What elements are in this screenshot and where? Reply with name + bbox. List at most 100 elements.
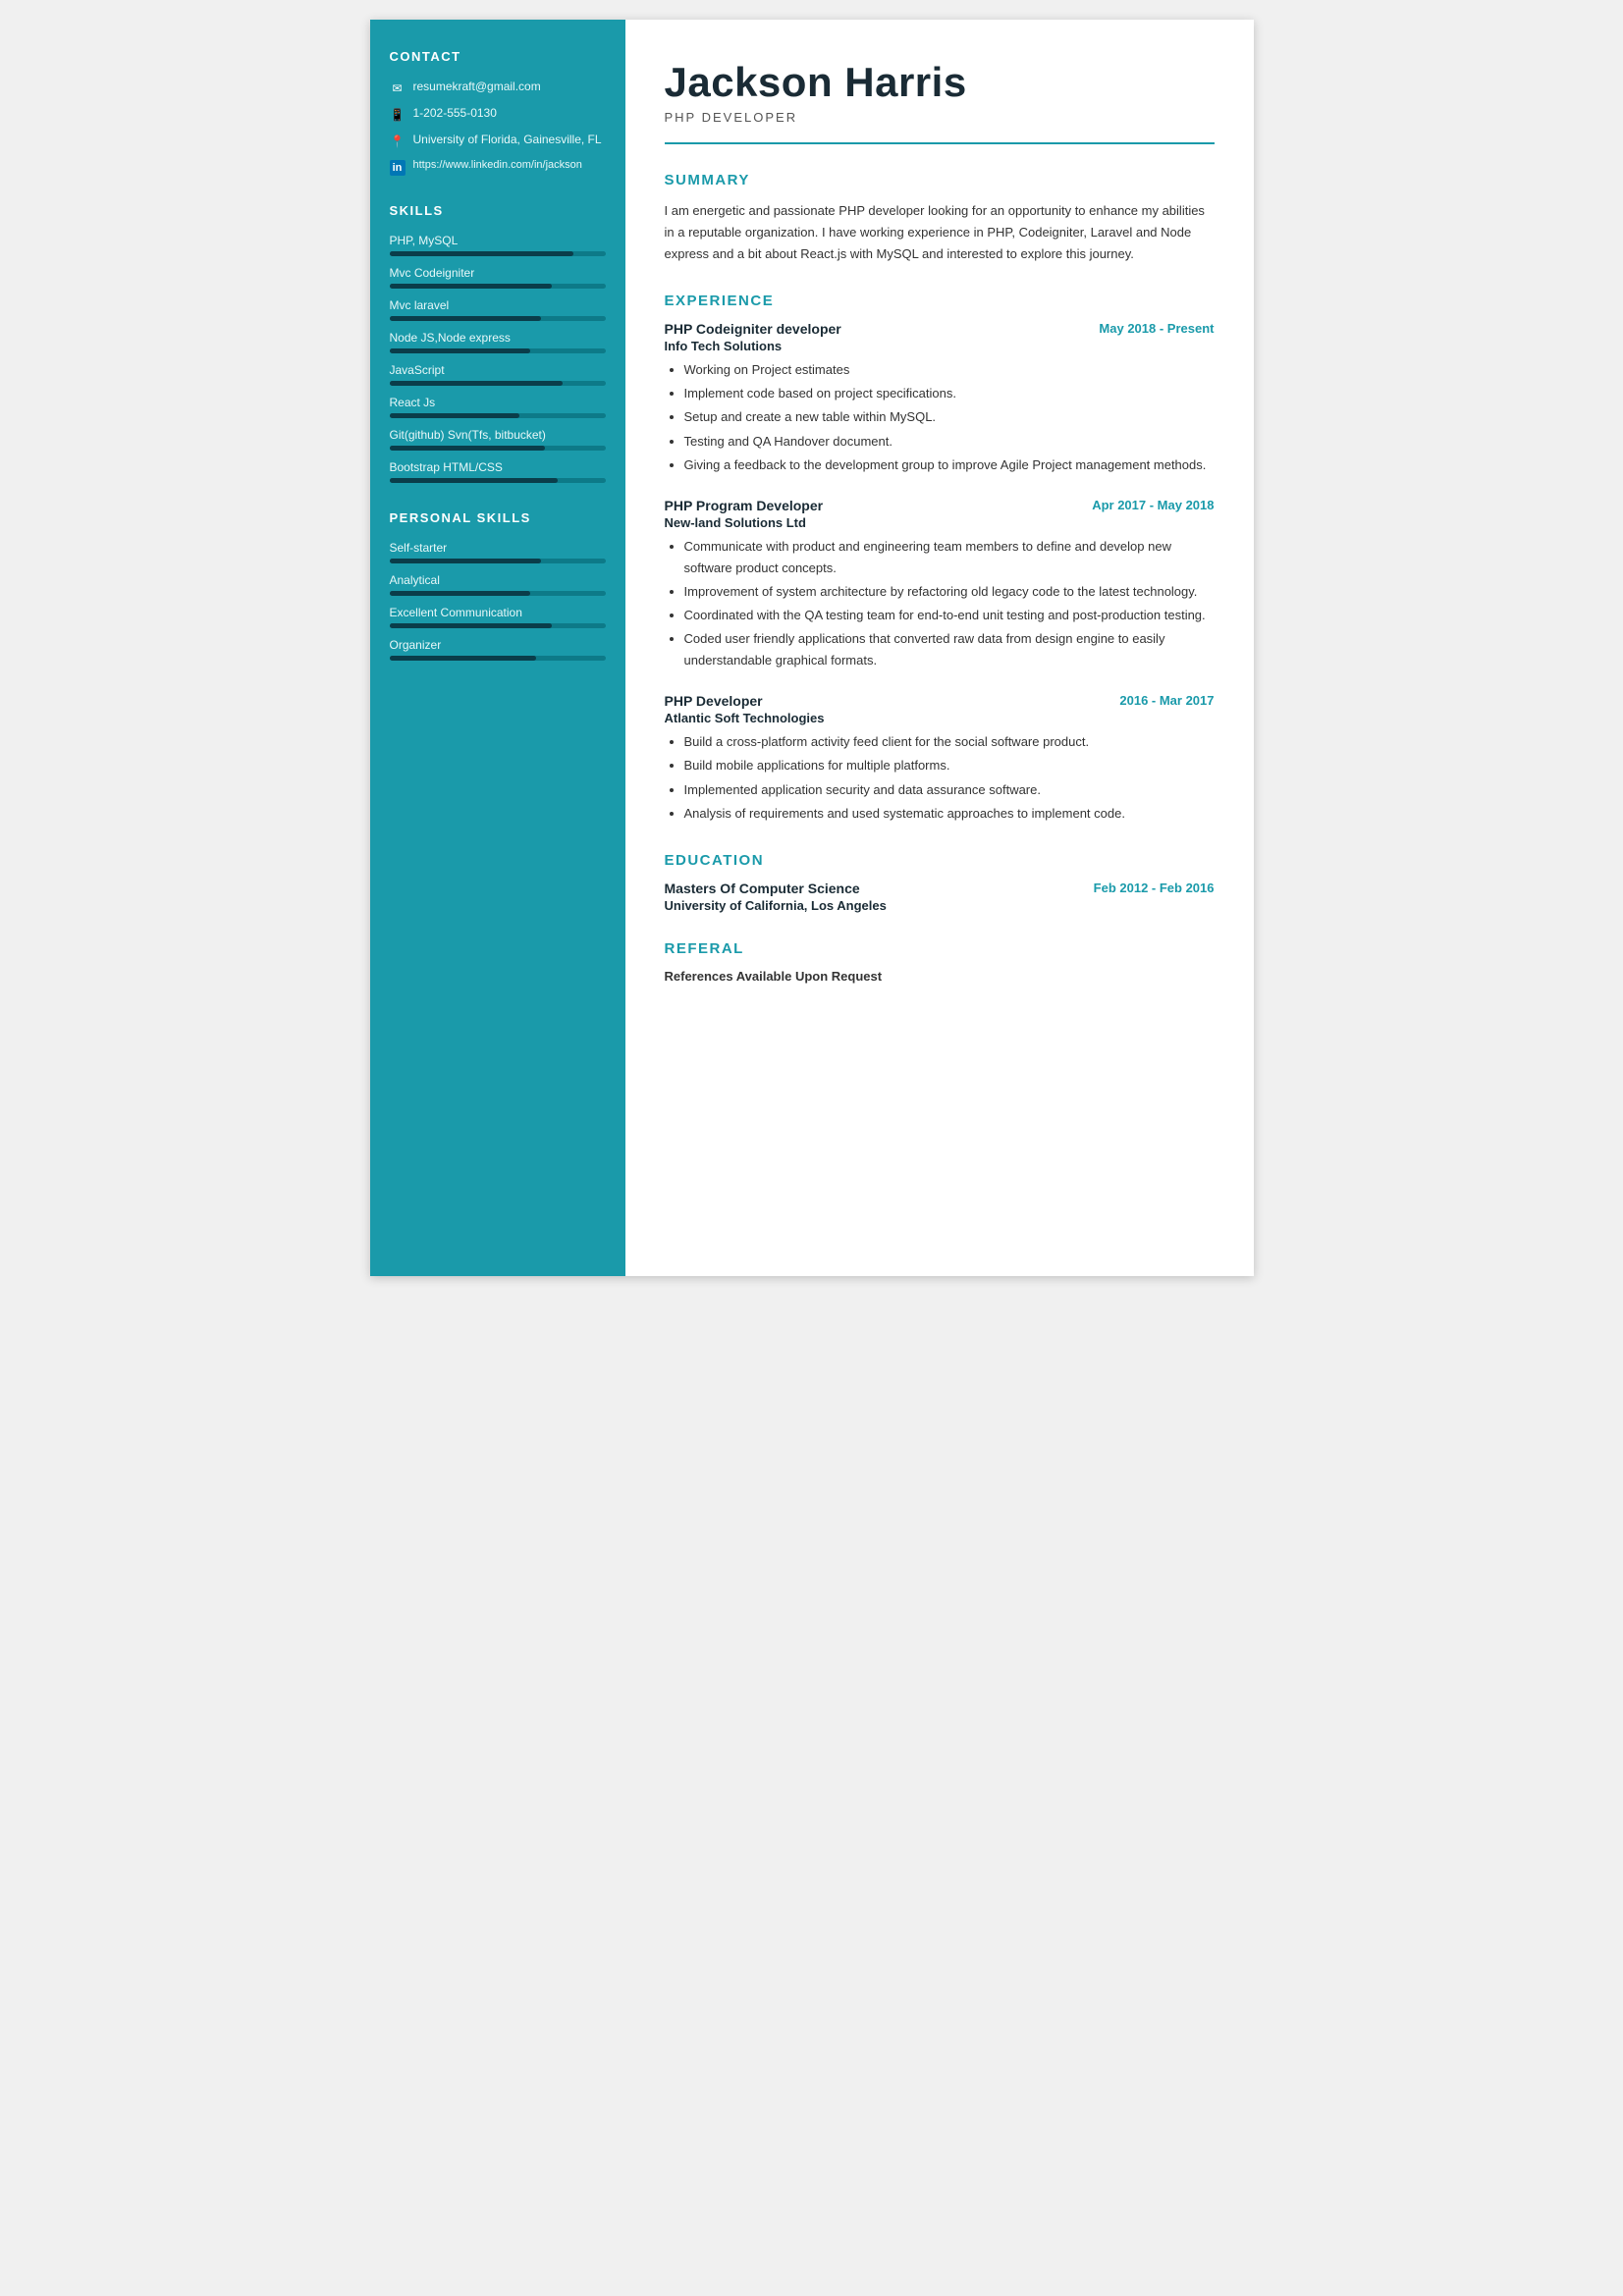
personal-skill-label: Organizer — [390, 638, 606, 652]
personal-skills-title: PERSONAL SKILLS — [390, 510, 606, 527]
skill-bar-bg — [390, 348, 606, 353]
linkedin-text: https://www.linkedin.com/in/jackson — [413, 159, 582, 171]
personal-skill-bar-bg — [390, 559, 606, 563]
skill-bar-fill — [390, 446, 545, 451]
summary-title: SUMMARY — [665, 172, 1215, 188]
personal-skill-bar-fill — [390, 591, 530, 596]
personal-skill-bar-bg — [390, 623, 606, 628]
personal-skill-item: Organizer — [390, 638, 606, 661]
experience-title: EXPERIENCE — [665, 293, 1215, 309]
education-entry: Masters Of Computer Science University o… — [665, 881, 1215, 913]
skill-bar-fill — [390, 284, 552, 289]
location-icon: 📍 — [390, 133, 406, 149]
candidate-title: PHP DEVELOPER — [665, 110, 1215, 125]
education-list: Masters Of Computer Science University o… — [665, 881, 1215, 913]
skill-label: Git(github) Svn(Tfs, bitbucket) — [390, 428, 606, 442]
skill-label: Node JS,Node express — [390, 331, 606, 345]
exp-bullet: Communicate with product and engineering… — [684, 536, 1215, 579]
edu-school: University of California, Los Angeles — [665, 898, 887, 913]
address-text: University of Florida, Gainesville, FL — [413, 133, 602, 146]
contact-phone: 📱 1-202-555-0130 — [390, 106, 606, 123]
email-icon: ✉ — [390, 80, 406, 96]
sidebar: CONTACT ✉ resumekraft@gmail.com 📱 1-202-… — [370, 20, 625, 1276]
personal-skill-item: Self-starter — [390, 541, 606, 563]
skill-bar-bg — [390, 251, 606, 256]
skill-item: JavaScript — [390, 363, 606, 386]
exp-bullet: Setup and create a new table within MySQ… — [684, 406, 1215, 428]
experience-list: PHP Codeigniter developer May 2018 - Pre… — [665, 321, 1215, 824]
exp-company: Info Tech Solutions — [665, 339, 1215, 353]
phone-text: 1-202-555-0130 — [413, 106, 497, 120]
skill-item: Mvc Codeigniter — [390, 266, 606, 289]
skill-label: Bootstrap HTML/CSS — [390, 460, 606, 474]
personal-skill-bar-fill — [390, 559, 541, 563]
skill-item: Mvc laravel — [390, 298, 606, 321]
exp-bullet: Coded user friendly applications that co… — [684, 628, 1215, 671]
exp-date: Apr 2017 - May 2018 — [1092, 498, 1214, 512]
skill-bar-fill — [390, 316, 541, 321]
skill-bar-fill — [390, 348, 530, 353]
contact-title: CONTACT — [390, 49, 606, 66]
resume-container: CONTACT ✉ resumekraft@gmail.com 📱 1-202-… — [370, 20, 1254, 1276]
header-divider — [665, 142, 1215, 144]
personal-skill-label: Analytical — [390, 573, 606, 587]
skill-item: PHP, MySQL — [390, 234, 606, 256]
personal-skill-bar-bg — [390, 591, 606, 596]
skills-title: SKILLS — [390, 203, 606, 220]
skill-label: PHP, MySQL — [390, 234, 606, 247]
exp-bullets: Build a cross-platform activity feed cli… — [665, 731, 1215, 824]
edu-date: Feb 2012 - Feb 2016 — [1094, 881, 1215, 895]
skill-bar-fill — [390, 251, 573, 256]
referal-title: REFERAL — [665, 940, 1215, 957]
skill-bar-fill — [390, 478, 559, 483]
skill-item: Bootstrap HTML/CSS — [390, 460, 606, 483]
skills-list: PHP, MySQL Mvc Codeigniter Mvc laravel N… — [390, 234, 606, 483]
exp-bullet: Coordinated with the QA testing team for… — [684, 605, 1215, 626]
exp-bullets: Communicate with product and engineering… — [665, 536, 1215, 672]
main-content: Jackson Harris PHP DEVELOPER SUMMARY I a… — [625, 20, 1254, 1276]
exp-date: May 2018 - Present — [1099, 321, 1214, 336]
personal-skill-bar-fill — [390, 623, 552, 628]
skill-bar-bg — [390, 478, 606, 483]
experience-section: EXPERIENCE PHP Codeigniter developer May… — [665, 293, 1215, 824]
summary-section: SUMMARY I am energetic and passionate PH… — [665, 172, 1215, 265]
skill-bar-fill — [390, 413, 519, 418]
exp-bullet: Build mobile applications for multiple p… — [684, 755, 1215, 776]
header: Jackson Harris PHP DEVELOPER — [665, 59, 1215, 144]
experience-entry: PHP Codeigniter developer May 2018 - Pre… — [665, 321, 1215, 475]
exp-date: 2016 - Mar 2017 — [1119, 693, 1214, 708]
personal-skill-label: Excellent Communication — [390, 606, 606, 619]
skill-bar-bg — [390, 316, 606, 321]
skill-bar-bg — [390, 381, 606, 386]
education-title: EDUCATION — [665, 852, 1215, 869]
candidate-name: Jackson Harris — [665, 59, 1215, 106]
phone-icon: 📱 — [390, 107, 406, 123]
referal-section: REFERAL References Available Upon Reques… — [665, 940, 1215, 984]
exp-bullet: Implemented application security and dat… — [684, 779, 1215, 801]
personal-skills-section: PERSONAL SKILLS Self-starter Analytical … — [390, 510, 606, 661]
exp-bullet: Improvement of system architecture by re… — [684, 581, 1215, 603]
contact-linkedin: in https://www.linkedin.com/in/jackson — [390, 159, 606, 176]
exp-bullet: Giving a feedback to the development gro… — [684, 454, 1215, 476]
exp-role: PHP Codeigniter developer — [665, 321, 841, 337]
edu-degree: Masters Of Computer Science — [665, 881, 887, 896]
exp-bullets: Working on Project estimatesImplement co… — [665, 359, 1215, 475]
exp-role: PHP Developer — [665, 693, 763, 709]
experience-entry: PHP Developer 2016 - Mar 2017 Atlantic S… — [665, 693, 1215, 824]
edu-info: Masters Of Computer Science University o… — [665, 881, 887, 913]
linkedin-icon: in — [390, 160, 406, 176]
experience-entry: PHP Program Developer Apr 2017 - May 201… — [665, 498, 1215, 672]
skill-bar-fill — [390, 381, 563, 386]
exp-header: PHP Codeigniter developer May 2018 - Pre… — [665, 321, 1215, 337]
exp-company: New-land Solutions Ltd — [665, 515, 1215, 530]
personal-skill-item: Analytical — [390, 573, 606, 596]
skill-item: Git(github) Svn(Tfs, bitbucket) — [390, 428, 606, 451]
skill-label: Mvc Codeigniter — [390, 266, 606, 280]
exp-header: PHP Program Developer Apr 2017 - May 201… — [665, 498, 1215, 513]
skill-label: JavaScript — [390, 363, 606, 377]
skill-label: React Js — [390, 396, 606, 409]
skill-label: Mvc laravel — [390, 298, 606, 312]
personal-skill-label: Self-starter — [390, 541, 606, 555]
exp-bullet: Build a cross-platform activity feed cli… — [684, 731, 1215, 753]
email-text: resumekraft@gmail.com — [413, 80, 541, 93]
